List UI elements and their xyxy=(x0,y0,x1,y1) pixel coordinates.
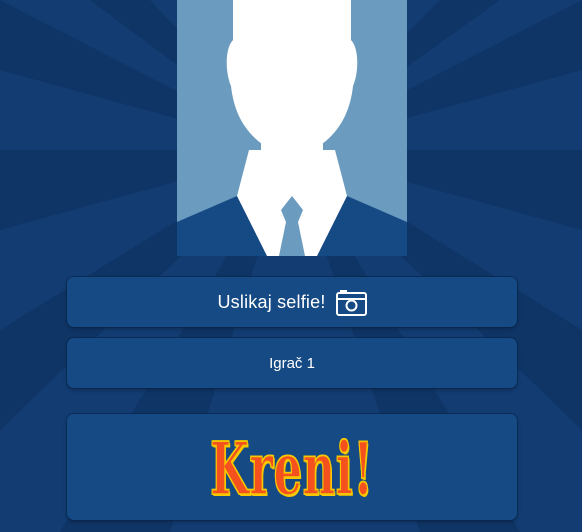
take-selfie-label: Uslikaj selfie! xyxy=(217,291,326,312)
player-name-container xyxy=(67,338,517,388)
start-game-label: Kreni! xyxy=(210,426,374,511)
camera-icon xyxy=(335,289,367,316)
person-silhouette-icon xyxy=(177,0,407,256)
start-game-button[interactable]: Kreni! xyxy=(67,414,517,520)
player-name-input[interactable] xyxy=(67,338,517,388)
take-selfie-button[interactable]: Uslikaj selfie! xyxy=(67,277,517,327)
profile-photo xyxy=(177,0,407,256)
